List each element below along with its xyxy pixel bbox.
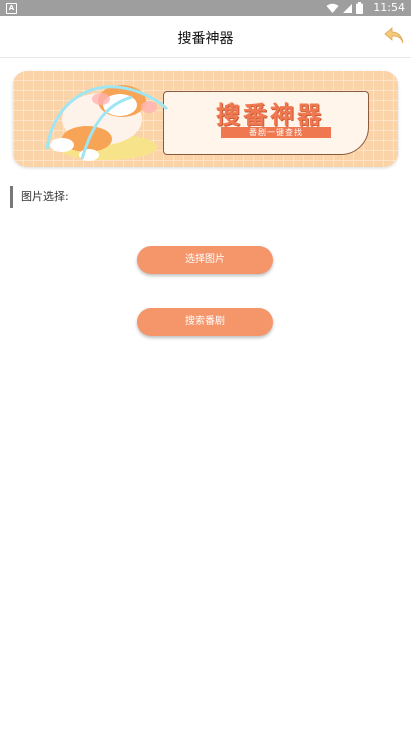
notification-app-icon: A xyxy=(6,3,17,14)
status-icons xyxy=(326,2,363,14)
image-select-label: 图片选择: xyxy=(10,186,69,208)
app-bar: 搜番神器 xyxy=(0,16,411,58)
banner: 搜番神器 番剧一键查找 xyxy=(13,71,398,167)
status-time: 11:54 xyxy=(373,1,405,14)
back-button[interactable] xyxy=(383,26,405,46)
signal-icon xyxy=(343,3,352,13)
back-arrow-icon xyxy=(384,27,404,44)
status-bar: A 11:54 xyxy=(0,0,411,16)
banner-title: 搜番神器 xyxy=(216,101,324,129)
page-title: 搜番神器 xyxy=(177,31,234,47)
cat-mascot-illustration xyxy=(45,85,169,161)
battery-icon xyxy=(356,2,363,14)
banner-subtitle: 番剧一键查找 xyxy=(221,127,331,138)
search-anime-button[interactable]: 搜索番剧 xyxy=(137,308,273,336)
select-image-button[interactable]: 选择图片 xyxy=(137,246,273,274)
wifi-icon xyxy=(326,3,339,13)
